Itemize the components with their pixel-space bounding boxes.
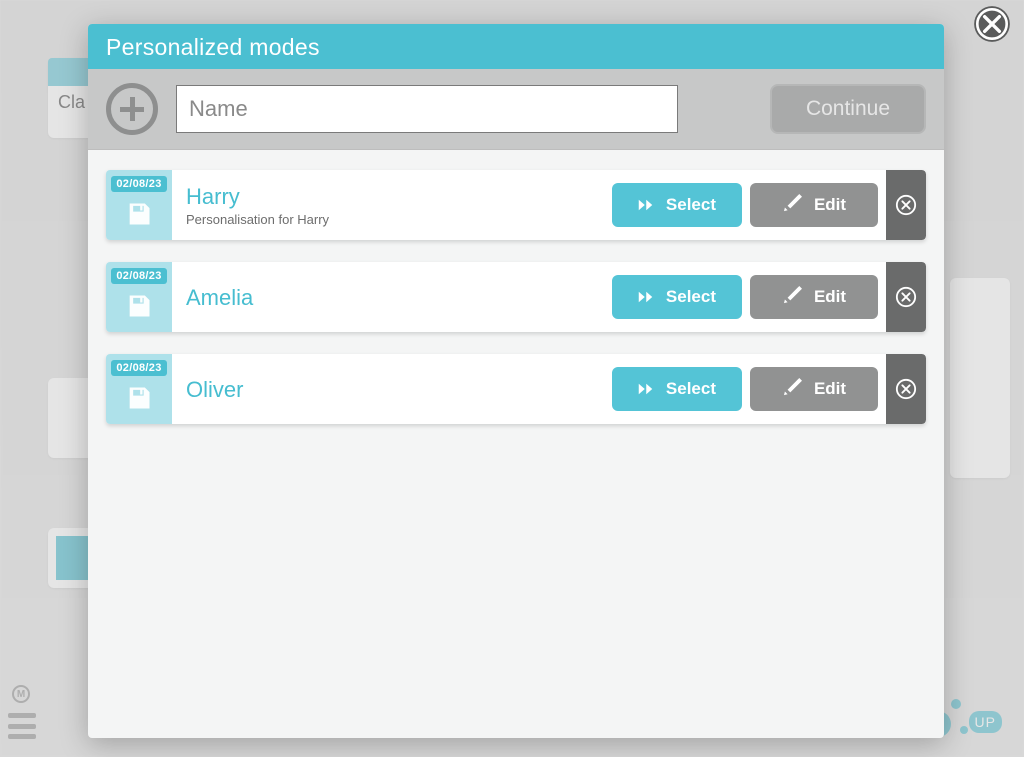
mode-actions: Select Edit xyxy=(612,170,926,240)
mode-side-tab: 02/08/23 xyxy=(106,170,172,240)
mode-name: Oliver xyxy=(186,378,598,402)
close-circle-icon xyxy=(895,286,917,308)
edit-button[interactable]: Edit xyxy=(750,183,878,227)
select-button[interactable]: Select xyxy=(612,275,742,319)
mode-side-tab: 02/08/23 xyxy=(106,262,172,332)
save-icon xyxy=(125,292,153,320)
edit-button[interactable]: Edit xyxy=(750,275,878,319)
mode-actions: Select Edit xyxy=(612,354,926,424)
mode-description: Personalisation for Harry xyxy=(186,212,598,227)
mode-body: Harry Personalisation for Harry xyxy=(172,170,612,240)
pencil-icon xyxy=(782,378,804,401)
close-circle-icon xyxy=(895,378,917,400)
mode-body: Oliver xyxy=(172,354,612,424)
mode-name: Amelia xyxy=(186,286,598,310)
pencil-icon xyxy=(782,194,804,217)
edit-button[interactable]: Edit xyxy=(750,367,878,411)
close-button[interactable] xyxy=(968,0,1016,48)
mode-date: 02/08/23 xyxy=(111,268,166,284)
modal-toolbar: Continue xyxy=(88,69,944,150)
fast-forward-icon xyxy=(638,198,656,212)
modal-title: Personalized modes xyxy=(88,24,944,69)
pencil-icon xyxy=(782,286,804,309)
mode-name: Harry xyxy=(186,185,598,209)
continue-button[interactable]: Continue xyxy=(770,84,926,134)
mode-date: 02/08/23 xyxy=(111,360,166,376)
fast-forward-icon xyxy=(638,290,656,304)
mode-name-input[interactable] xyxy=(176,85,678,133)
plus-icon xyxy=(120,97,144,121)
close-circle-icon xyxy=(895,194,917,216)
select-button[interactable]: Select xyxy=(612,183,742,227)
modes-list: 02/08/23 Harry Personalisation for Harry… xyxy=(88,150,944,444)
mode-body: Amelia xyxy=(172,262,612,332)
save-icon xyxy=(125,384,153,412)
mode-row: 02/08/23 Harry Personalisation for Harry… xyxy=(106,170,926,240)
close-icon xyxy=(971,3,1013,45)
mode-side-tab: 02/08/23 xyxy=(106,354,172,424)
fast-forward-icon xyxy=(638,382,656,396)
delete-button[interactable] xyxy=(886,262,926,332)
save-icon xyxy=(125,200,153,228)
personalized-modes-modal: Personalized modes Continue 02/08/23 Har… xyxy=(88,24,944,738)
mode-row: 02/08/23 Oliver Select Edit xyxy=(106,354,926,424)
mode-date: 02/08/23 xyxy=(111,176,166,192)
select-button[interactable]: Select xyxy=(612,367,742,411)
delete-button[interactable] xyxy=(886,170,926,240)
mode-actions: Select Edit xyxy=(612,262,926,332)
mode-row: 02/08/23 Amelia Select Edit xyxy=(106,262,926,332)
delete-button[interactable] xyxy=(886,354,926,424)
add-mode-button[interactable] xyxy=(106,83,158,135)
